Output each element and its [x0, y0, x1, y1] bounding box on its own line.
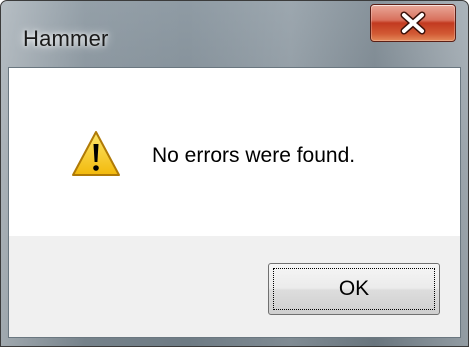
close-icon: [400, 11, 426, 35]
message-area: No errors were found.: [9, 68, 460, 236]
title-bar[interactable]: Hammer: [1, 1, 468, 67]
dialog-window: Hammer No errors were found. OK: [0, 0, 469, 347]
button-area: OK: [9, 236, 460, 337]
dialog-client-area: No errors were found. OK: [8, 67, 461, 338]
message-text: No errors were found.: [152, 144, 356, 167]
window-title: Hammer: [23, 26, 109, 51]
warning-icon: [72, 131, 120, 176]
close-button[interactable]: [370, 4, 456, 42]
ok-button-label: OK: [338, 277, 370, 300]
ok-button[interactable]: OK: [268, 263, 440, 315]
